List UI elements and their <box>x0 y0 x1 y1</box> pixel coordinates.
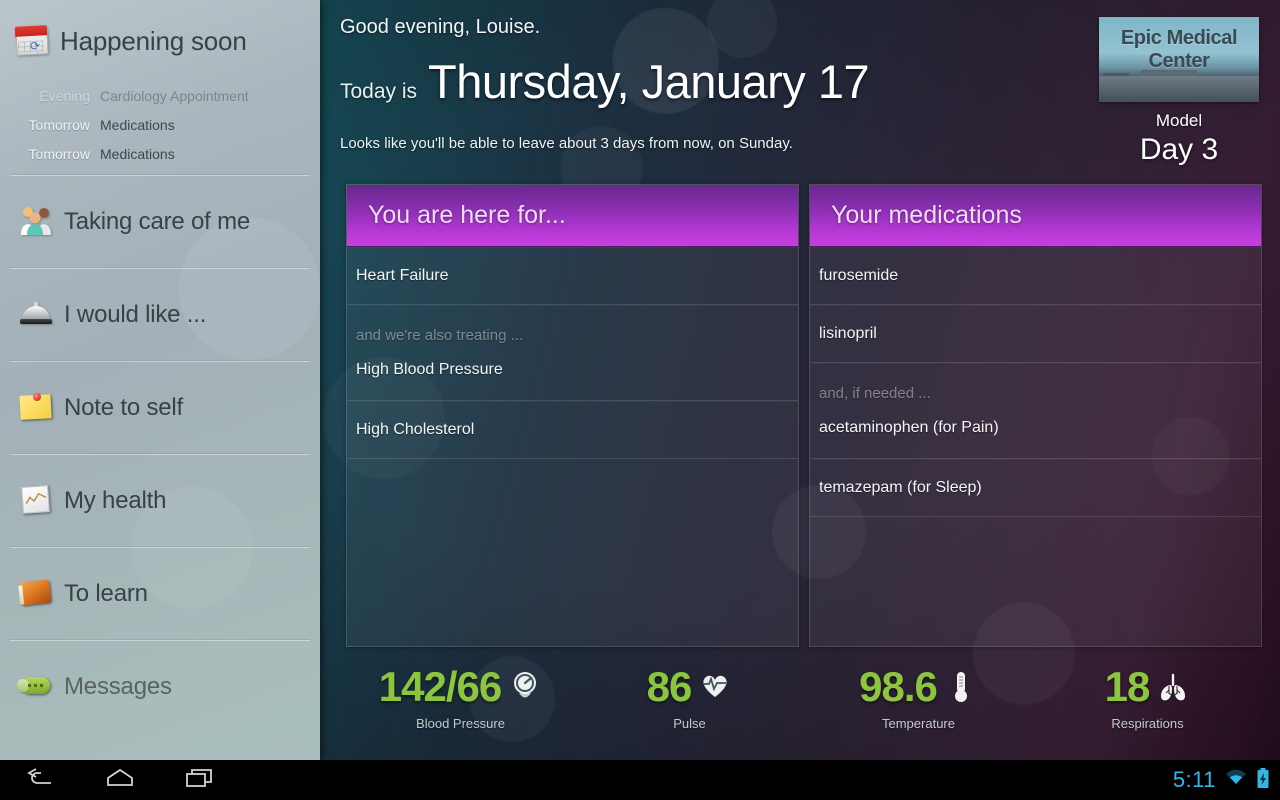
appointment-what: Medications <box>100 146 175 162</box>
group-note: and, if needed ... <box>819 384 931 402</box>
sidebar-item-to-learn[interactable]: To learn <box>0 548 320 640</box>
sidebar-item-label: Taking care of me <box>64 208 251 235</box>
back-icon <box>24 767 56 794</box>
sidebar-item-label: Messages <box>64 673 172 700</box>
vital-value: 142/66 <box>378 663 502 710</box>
list-item[interactable]: and, if needed ... acetaminophen (for Pa… <box>810 363 1261 459</box>
people-icon <box>16 205 56 240</box>
greeting-text: Good evening, Louise. <box>340 16 541 38</box>
sidebar-header-title: Happening soon <box>60 25 247 56</box>
android-navigation-bar <box>0 760 1280 800</box>
sidebar-header: ⟳ Happening soon <box>0 0 320 82</box>
day-counter: Day 3 <box>1139 133 1219 166</box>
back-button[interactable] <box>0 760 80 800</box>
hospital-logo-block: Epic Medical Center Model Day 3 <box>1099 17 1259 167</box>
vital-pulse[interactable]: 86 Pulse <box>575 658 804 754</box>
model-label: Model <box>1155 111 1203 130</box>
heart-pulse-icon <box>698 669 732 705</box>
appointment-row[interactable]: Tomorrow Medications <box>16 140 304 169</box>
chart-page-icon <box>16 484 56 519</box>
service-bell-icon <box>16 298 56 333</box>
sidebar-item-label: Note to self <box>64 394 183 421</box>
diagnosis-primary: Heart Failure <box>356 266 449 284</box>
card-your-medications: Your medications furosemide lisinopril a… <box>809 184 1262 647</box>
calendar-icon: ⟳ <box>14 25 50 57</box>
cards-area: You are here for... Heart Failure and we… <box>346 184 1262 647</box>
patient-dashboard-screen: ⟳ Happening soon Evening Cardiology Appo… <box>0 0 1280 800</box>
vital-respirations[interactable]: 18 Respirations <box>1033 658 1262 754</box>
hospital-name: Epic Medical Center <box>1120 27 1238 72</box>
card-title: Your medications <box>831 201 1022 229</box>
vital-label: Temperature <box>882 716 955 731</box>
vital-blood-pressure[interactable]: 142/66 Blood Pressure <box>346 658 575 754</box>
vital-value: 98.6 <box>859 663 938 710</box>
card-empty-space <box>810 517 1261 646</box>
appointment-when: Tomorrow <box>28 117 90 133</box>
appointment-what: Medications <box>100 117 175 133</box>
vitals-bar: 142/66 Blood Pressure 86 Pulse 98.6 Temp… <box>346 658 1262 754</box>
medication-name: temazepam (for Sleep) <box>819 478 982 496</box>
vital-label: Pulse <box>673 716 706 731</box>
wifi-icon[interactable] <box>1224 768 1248 793</box>
card-body: Heart Failure and we're also treating ..… <box>347 247 798 646</box>
medication-name: lisinopril <box>819 324 877 342</box>
message-bubble-icon <box>16 670 56 705</box>
appointment-row[interactable]: Evening Cardiology Appointment <box>16 82 304 111</box>
vital-value: 18 <box>1104 663 1151 710</box>
home-icon <box>104 767 136 794</box>
list-item[interactable]: temazepam (for Sleep) <box>810 459 1261 517</box>
card-title: You are here for... <box>368 201 566 229</box>
book-icon <box>16 577 56 612</box>
clock: 5:11 <box>1172 767 1216 792</box>
vital-value: 86 <box>646 663 693 710</box>
list-item[interactable]: lisinopril <box>810 305 1261 363</box>
card-body: furosemide lisinopril and, if needed ...… <box>810 247 1261 646</box>
hospital-photo: Epic Medical Center <box>1099 17 1259 102</box>
status-bar: 5:11 <box>1173 760 1270 800</box>
sidebar-item-label: My health <box>64 487 167 514</box>
card-header: You are here for... <box>347 185 798 247</box>
sidebar-item-i-would-like[interactable]: I would like ... <box>0 269 320 361</box>
medication-name: furosemide <box>819 266 899 284</box>
diagnosis-extra: High Cholesterol <box>356 420 475 438</box>
card-header: Your medications <box>810 185 1261 247</box>
sticky-note-icon <box>16 391 56 426</box>
vital-label: Respirations <box>1111 716 1184 731</box>
today-line: Today is Thursday, January 17 <box>340 54 870 109</box>
today-date: Thursday, January 17 <box>428 55 870 108</box>
appointment-what: Cardiology Appointment <box>100 88 249 104</box>
recents-icon <box>184 767 216 794</box>
recents-button[interactable] <box>160 760 240 800</box>
appointment-row[interactable]: Tomorrow Medications <box>16 111 304 140</box>
vital-label: Blood Pressure <box>416 716 505 731</box>
header: Good evening, Louise. Today is Thursday,… <box>320 0 1280 175</box>
sidebar: ⟳ Happening soon Evening Cardiology Appo… <box>0 0 320 760</box>
diagnosis-secondary: High Blood Pressure <box>356 360 503 378</box>
card-empty-space <box>347 459 798 646</box>
today-label: Today is <box>340 80 418 103</box>
vital-temperature[interactable]: 98.6 Temperature <box>804 658 1033 754</box>
card-you-are-here-for: You are here for... Heart Failure and we… <box>346 184 799 647</box>
upcoming-appointments-list: Evening Cardiology Appointment Tomorrow … <box>0 82 320 175</box>
lungs-icon <box>1156 669 1190 705</box>
home-button[interactable] <box>80 760 160 800</box>
medication-name: acetaminophen (for Pain) <box>819 418 999 436</box>
thermometer-icon <box>944 669 978 705</box>
sidebar-item-label: I would like ... <box>64 301 207 328</box>
sidebar-item-note-to-self[interactable]: Note to self <box>0 362 320 454</box>
battery-charging-icon[interactable] <box>1256 767 1270 794</box>
sidebar-item-taking-care-of-me[interactable]: Taking care of me <box>0 176 320 268</box>
group-note: and we're also treating ... <box>356 326 524 344</box>
sidebar-item-messages[interactable]: Messages <box>0 641 320 733</box>
sidebar-item-my-health[interactable]: My health <box>0 455 320 547</box>
appointment-when: Evening <box>39 88 90 104</box>
list-item[interactable]: furosemide <box>810 247 1261 305</box>
appointment-when: Tomorrow <box>28 146 90 162</box>
list-item[interactable]: Heart Failure <box>347 247 798 305</box>
list-item[interactable]: and we're also treating ... High Blood P… <box>347 305 798 401</box>
discharge-note: Looks like you'll be able to leave about… <box>340 135 793 152</box>
blood-pressure-gauge-icon <box>508 669 542 705</box>
sidebar-item-label: To learn <box>64 580 148 607</box>
list-item[interactable]: High Cholesterol <box>347 401 798 459</box>
